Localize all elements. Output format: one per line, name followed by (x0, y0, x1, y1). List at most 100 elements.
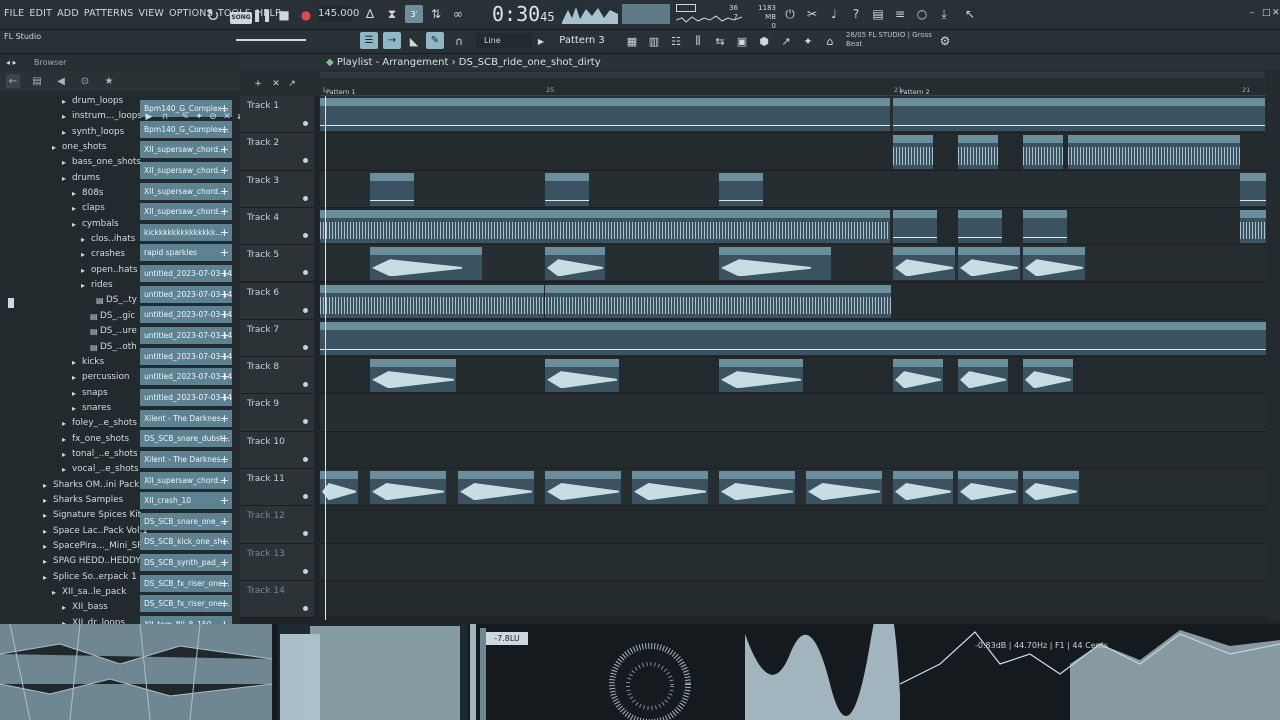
pl-add-icon[interactable]: + (252, 78, 264, 90)
playlist-clip[interactable]: Xilent..l - Part_1 (893, 247, 955, 281)
menu-view[interactable]: VIEW (139, 8, 165, 19)
add-clip-icon[interactable]: + (220, 286, 229, 303)
tab-star-icon[interactable]: ★ (102, 74, 116, 88)
metronome-icon[interactable]: ∆ (362, 6, 378, 22)
playlist-clip[interactable]: Xilent - Th..ss_Part_2 (719, 359, 803, 393)
playlist-clip[interactable]: DS_SCB_rid..hot_dirty (719, 471, 795, 505)
browser-tree-item[interactable]: ▸ bass_one_shots (0, 155, 141, 170)
playlist-view-button[interactable]: ☰ (360, 32, 378, 49)
picker-clip-item[interactable]: DS_SCB_kick_one_sh... + (140, 533, 232, 551)
playlist-clip[interactable]: Bala..lume (719, 172, 763, 206)
track-header[interactable]: Track 6 (240, 282, 314, 320)
browser-tree-item[interactable]: ▤ DS_..ty (0, 293, 140, 308)
playlist-clip[interactable]: untitled_2023-07-03 14-02-39_Insert 10_4 (320, 321, 900, 356)
add-clip-icon[interactable]: + (220, 472, 229, 489)
add-clip-icon[interactable]: + (220, 327, 229, 344)
timeline-ruler[interactable]: 1 Pattern 1 21 Pattern 2 25 21 (320, 84, 1266, 96)
playlist-clip[interactable]: untitled_2023-07-03 14-03-09_Insert 10_5 (900, 321, 1266, 356)
add-clip-icon[interactable]: + (220, 513, 229, 530)
track-mute-toggle[interactable] (303, 494, 308, 499)
track-header[interactable]: Track 1 (240, 96, 314, 134)
picker-clip-item[interactable]: XII_supersaw_chord... + (140, 161, 232, 179)
add-clip-icon[interactable]: + (220, 410, 229, 427)
draw-tool-icon[interactable]: ◣ (405, 32, 423, 50)
track-mute-toggle[interactable] (303, 307, 308, 313)
picker-clip-item[interactable]: DS_SCB_snare_dubst... + (140, 430, 232, 448)
playlist-clip[interactable]: Xilent..l - Part_1 (958, 247, 1020, 281)
browser-tree-item[interactable]: ▸ SpacePira..._Mini_SP (0, 539, 143, 554)
help-icon[interactable]: ? (848, 6, 864, 22)
picker-clip-item[interactable]: DS_SCB_synth_pad_... + (140, 554, 232, 572)
pl-brush-icon[interactable]: ✦ (192, 110, 206, 123)
track-lane[interactable] (320, 543, 1266, 581)
cut-icon[interactable]: ↗ (777, 32, 795, 50)
piano-roll-icon[interactable]: ▥ (645, 32, 663, 50)
pl-arrow-icon[interactable]: ▶ (142, 110, 156, 123)
track-lane[interactable] (320, 431, 1266, 469)
add-clip-icon[interactable]: + (220, 533, 229, 550)
settings-icon[interactable]: ⚙ (936, 32, 954, 50)
blend-icon[interactable]: ∞ (450, 6, 466, 22)
add-clip-icon[interactable]: + (220, 430, 229, 447)
playlist-clip[interactable]: DS_SCB_rid..hot_dirty (632, 471, 708, 505)
menu-edit[interactable]: EDIT (29, 8, 52, 19)
track-mute-toggle[interactable] (303, 270, 308, 276)
menu-add[interactable]: ADD (57, 8, 79, 19)
vertical-scrollbar[interactable] (1266, 70, 1280, 620)
add-clip-icon[interactable]: + (220, 162, 229, 179)
add-clip-icon[interactable]: + (220, 203, 229, 220)
playlist-clip[interactable]: DS_SCB_rid..hot_dirty (370, 471, 446, 505)
browser-tree-item[interactable]: ▸ drums (0, 171, 140, 186)
browser-tree-item[interactable]: ▸ kicks (0, 355, 140, 370)
add-clip-icon[interactable]: + (220, 265, 229, 282)
tempo-display[interactable]: 145.000 (318, 6, 359, 22)
track-header[interactable]: Track 8 (240, 357, 314, 395)
pattern-arrow-icon[interactable]: ▶ (532, 32, 550, 50)
track-header[interactable]: Track 11 (240, 469, 314, 507)
browser-tree-item[interactable]: ▤ DS_..oth (0, 340, 140, 355)
picker-clip-item[interactable]: Xilent - The Darknes... + (140, 409, 232, 427)
picker-clip-item[interactable]: Bpm140_G_Complex... + (140, 120, 232, 138)
plugin-icon[interactable]: ▣ (733, 32, 751, 50)
refresh-icon[interactable]: ↻ (203, 5, 223, 25)
playlist-clip[interactable]: DS_SCB_rid..hot_dirty (806, 471, 882, 505)
playlist-clip[interactable]: Bala..lume (545, 172, 589, 206)
loop-record-icon[interactable]: ⇅ (428, 6, 444, 22)
browser-tree-item[interactable]: ▸ Signature Spices Kit (0, 508, 141, 523)
browser-tree-item[interactable]: ▸ crashes (0, 247, 140, 262)
microphone-icon[interactable]: ♩ (826, 6, 842, 22)
browser-tree-item[interactable]: ▸ cymbals (0, 217, 140, 232)
picker-clip-item[interactable]: XII_crash_10 + (140, 492, 232, 510)
export-icon[interactable]: ⤓ (936, 6, 952, 22)
playlist-clip[interactable]: Xilent..l - Part_1 (545, 247, 605, 281)
pattern-selector[interactable]: Pattern 3 (550, 33, 614, 48)
browser-tree-item[interactable]: ▸ SPAG HEDD..HEDDY ) (0, 554, 147, 569)
picker-clip-item[interactable]: DS_SCB_fx_riser_one... + (140, 595, 232, 613)
playlist-clip[interactable]: DS_SCB..dirty (1023, 471, 1079, 505)
chat-icon[interactable]: ○ (914, 6, 930, 22)
track-header[interactable]: Track 13 (240, 543, 314, 581)
browser-tree-item[interactable]: ▸ Sharks OM..ini Pack (0, 478, 140, 493)
playlist-clip[interactable]: Bala..lume (370, 172, 414, 206)
picker-clip-item[interactable]: untitled_2023-07-03 14-...+ (140, 327, 232, 345)
step-seq-icon[interactable]: ▦ (623, 32, 641, 50)
add-clip-icon[interactable]: + (220, 348, 229, 365)
playlist-clip[interactable]: DS_SCB_snare_du..._one_shot_tail (370, 247, 482, 281)
pl-pencil-icon[interactable]: ✎ (178, 110, 192, 123)
add-clip-icon[interactable]: + (220, 554, 229, 571)
pl-delete-icon[interactable]: ⊘ (206, 110, 220, 123)
playhead-marker[interactable] (325, 96, 326, 620)
save-icon[interactable]: ▤ (870, 6, 886, 22)
stop-icon[interactable]: ■ (277, 8, 291, 22)
add-clip-icon[interactable]: + (220, 183, 229, 200)
browser-tree-item[interactable]: ▤ DS_..ure (0, 324, 140, 339)
picker-clip-item[interactable]: untitled_2023-07-03 14-...+ (140, 388, 232, 406)
playlist-clip[interactable]: Bala (1240, 172, 1266, 206)
overview-scroll[interactable] (320, 72, 1264, 78)
picker-clip-item[interactable]: DS_SCB_snare_one_... + (140, 512, 232, 530)
playlist-clip[interactable]: Bala..lume (958, 209, 1002, 244)
track-mute-toggle[interactable] (303, 605, 308, 611)
power-icon[interactable]: ⏻ (782, 6, 798, 22)
tab-folders-icon[interactable]: ▤ (30, 74, 44, 88)
picker-clip-item[interactable]: untitled_2023-07-03 14-...+ (140, 265, 232, 283)
